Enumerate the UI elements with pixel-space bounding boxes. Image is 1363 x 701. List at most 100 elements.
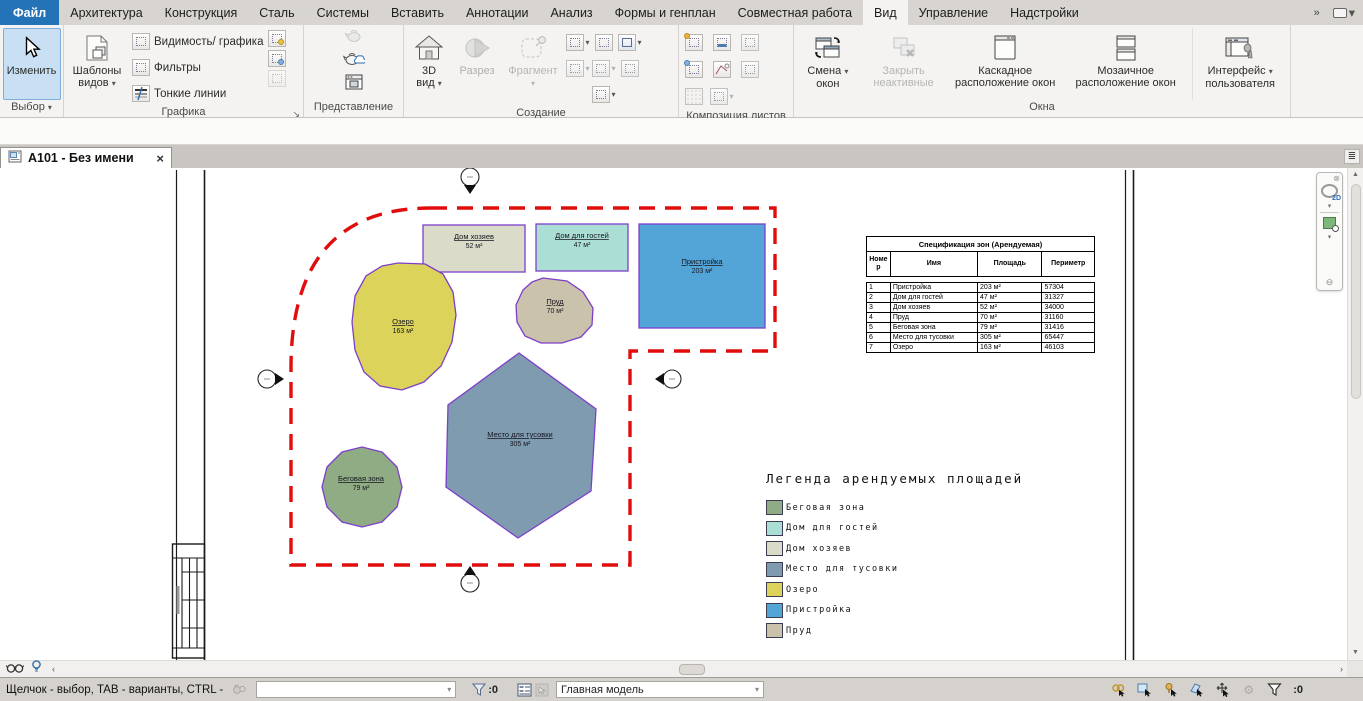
- steering-wheel-2d-icon[interactable]: 2D: [1321, 184, 1341, 202]
- schedule-row-0[interactable]: 1 Пристройка 203 м² 57304: [867, 283, 1094, 293]
- elevation-marker-top[interactable]: [460, 168, 480, 194]
- rental-areas-legend[interactable]: Легенда арендуемых площадей Беговая зона…: [766, 471, 1021, 644]
- selection-filter-icon[interactable]: [1266, 682, 1283, 698]
- schedule-row-5[interactable]: 6 Место для тусовки 305 м² 65447: [867, 333, 1094, 343]
- select-pinned-icon[interactable]: [1162, 682, 1179, 698]
- background-processes-gear-icon[interactable]: ⚙: [1240, 682, 1257, 698]
- select-arrow-box-icon[interactable]: [533, 682, 550, 698]
- document-tab-a101[interactable]: A101 - Без имени ×: [0, 147, 172, 168]
- ribbon-tab-11[interactable]: Управление: [908, 0, 1000, 25]
- ribbon-tab-7[interactable]: Анализ: [539, 0, 603, 25]
- scroll-up-icon[interactable]: ▲: [1352, 168, 1359, 182]
- zone-shape-pristroyka[interactable]: [638, 223, 766, 329]
- zoom-region-icon[interactable]: [1323, 217, 1339, 232]
- legend-item-0[interactable]: Беговая зона: [766, 500, 1021, 515]
- schedule-row-3[interactable]: 4 Пруд 70 м² 31160: [867, 313, 1094, 323]
- title-block-button[interactable]: [709, 30, 735, 55]
- render-icon[interactable]: [344, 28, 364, 47]
- placeholder-sheet-button[interactable]: [737, 30, 763, 55]
- new-sheet-button[interactable]: [681, 30, 707, 55]
- close-inactive-button[interactable]: Закрыть неактивные: [862, 28, 946, 100]
- schedule-row-2[interactable]: 3 Дом хозяев 52 м² 34000: [867, 303, 1094, 313]
- filters-button[interactable]: Фильтры: [130, 56, 266, 79]
- legend-item-2[interactable]: Дом хозяев: [766, 541, 1021, 556]
- horizontal-scroll-track[interactable]: [59, 663, 1336, 675]
- ribbon-tab-1[interactable]: Архитектура: [59, 0, 153, 25]
- user-interface-button[interactable]: Интерфейс ▾ пользователя: [1192, 28, 1288, 100]
- schedules-button[interactable]: ▾: [618, 30, 642, 54]
- show-hidden-lines-icon[interactable]: [268, 50, 286, 67]
- callout-button[interactable]: Фрагмент ▾: [502, 28, 564, 106]
- zone-shape-ozero[interactable]: [351, 262, 457, 391]
- show-graphics-model-icon[interactable]: [268, 30, 286, 47]
- design-options-selector[interactable]: Главная модель ▾: [556, 681, 765, 698]
- select-by-face-icon[interactable]: [1188, 682, 1205, 698]
- worksets-icon[interactable]: [231, 682, 248, 698]
- revisions-button[interactable]: ▾: [709, 84, 735, 109]
- reveal-hidden-elements-icon[interactable]: [31, 660, 42, 678]
- matchline-button[interactable]: [709, 57, 735, 82]
- schedule-row-6[interactable]: 7 Озеро 163 м² 46103: [867, 343, 1094, 353]
- modify-button[interactable]: Изменить: [2, 28, 61, 100]
- horizontal-scroll-thumb[interactable]: [679, 663, 705, 675]
- thin-lines-button[interactable]: Тонкие линии: [130, 82, 266, 105]
- ribbon-display-toggle[interactable]: ▾: [1332, 5, 1355, 20]
- panel-label-selection[interactable]: Выбор ▾: [0, 100, 63, 117]
- legend-item-5[interactable]: Пристройка: [766, 602, 1021, 618]
- ribbon-tab-2[interactable]: Конструкция: [154, 0, 249, 25]
- select-links-icon[interactable]: [1110, 682, 1127, 698]
- drafting-view-button[interactable]: [592, 30, 616, 54]
- render-gallery-icon[interactable]: [345, 74, 363, 95]
- render-in-cloud-icon[interactable]: [342, 50, 366, 71]
- legend-item-3[interactable]: Место для тусовки: [766, 561, 1021, 577]
- section-button[interactable]: Разрез: [454, 28, 500, 106]
- vertical-scroll-thumb[interactable]: [1350, 184, 1361, 399]
- worksets-selector[interactable]: ▾: [256, 681, 457, 698]
- drag-elements-icon[interactable]: [1214, 682, 1231, 698]
- drawing-canvas[interactable]: Дом хозяев 52 м² Дом для гостей 47 м² Пристр…: [0, 168, 1363, 660]
- properties-toggle-icon[interactable]: [516, 682, 533, 698]
- temporary-hide-isolate-icon[interactable]: [5, 660, 25, 678]
- expand-ribbon-icon[interactable]: »: [1309, 5, 1325, 21]
- schedule-row-1[interactable]: 2 Дом для гостей 47 м² 31327: [867, 293, 1094, 303]
- navbar-close-icon[interactable]: ⊗: [1333, 174, 1340, 183]
- duplicate-view-button[interactable]: ▾: [592, 56, 616, 80]
- elevation-button[interactable]: ▾: [566, 56, 590, 80]
- ribbon-tab-4[interactable]: Системы: [306, 0, 380, 25]
- scroll-down-icon[interactable]: ▼: [1352, 646, 1359, 660]
- view-tab-list-icon[interactable]: ≣: [1344, 149, 1360, 164]
- visibility-graphics-button[interactable]: Видимость/ графика: [130, 30, 266, 53]
- elevation-marker-right[interactable]: [655, 369, 682, 389]
- legends-button[interactable]: ▾: [592, 82, 616, 106]
- select-underlay-icon[interactable]: [1136, 682, 1153, 698]
- editable-only-funnel-icon[interactable]: [470, 682, 487, 698]
- view-templates-button[interactable]: Шаблоны видов ▾: [66, 28, 128, 105]
- ribbon-tab-9[interactable]: Совместная работа: [727, 0, 863, 25]
- cascade-windows-button[interactable]: Каскадное расположение окон: [951, 28, 1059, 100]
- vertical-scrollbar[interactable]: ▲ ▼: [1347, 168, 1363, 660]
- ribbon-tab-12[interactable]: Надстройки: [999, 0, 1090, 25]
- guide-grid-button[interactable]: [681, 84, 707, 109]
- scroll-right-icon[interactable]: ›: [1336, 664, 1347, 674]
- tile-windows-button[interactable]: Мозаичное расположение окон: [1065, 28, 1186, 100]
- legend-item-6[interactable]: Пруд: [766, 623, 1021, 638]
- navbar-minimize-icon[interactable]: ⊖: [1326, 277, 1334, 288]
- scroll-left-icon[interactable]: ‹: [48, 664, 59, 674]
- legend-item-4[interactable]: Озеро: [766, 582, 1021, 597]
- schedule-row-4[interactable]: 5 Беговая зона 79 м² 31416: [867, 323, 1094, 333]
- legend-item-1[interactable]: Дом для гостей: [766, 520, 1021, 536]
- ribbon-tab-0[interactable]: Файл: [0, 0, 60, 25]
- ribbon-tab-3[interactable]: Сталь: [248, 0, 305, 25]
- ribbon-tab-6[interactable]: Аннотации: [455, 0, 539, 25]
- view-on-sheet-button[interactable]: [681, 57, 707, 82]
- ribbon-tab-10[interactable]: Вид: [863, 0, 908, 25]
- ribbon-tab-8[interactable]: Формы и генплан: [604, 0, 727, 25]
- zone-schedule-table[interactable]: Спецификация зон (Арендуемая) Номер Имя Пл…: [866, 236, 1095, 353]
- scope-box-button[interactable]: [618, 56, 642, 80]
- wheel-dropdown-icon[interactable]: ▾: [1328, 202, 1332, 210]
- close-tab-icon[interactable]: ×: [156, 151, 164, 166]
- view-reference-button[interactable]: [737, 57, 763, 82]
- elevation-marker-bottom[interactable]: [460, 566, 480, 593]
- plan-views-button[interactable]: ▾: [566, 30, 590, 54]
- ribbon-tab-5[interactable]: Вставить: [380, 0, 455, 25]
